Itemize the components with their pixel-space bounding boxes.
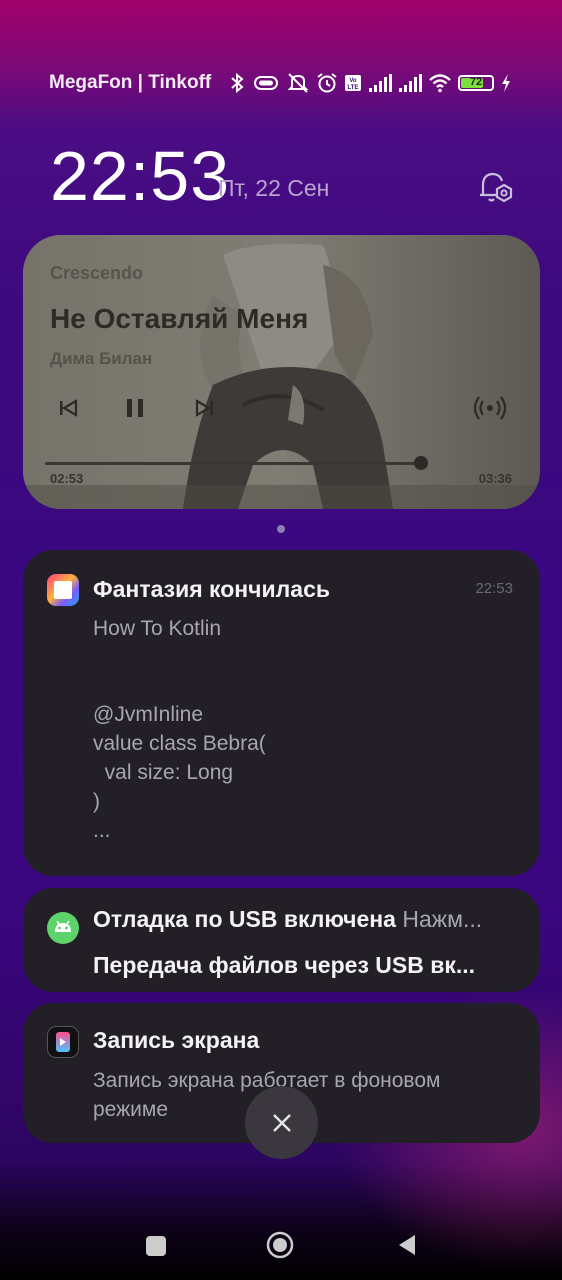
- previous-button[interactable]: [51, 391, 85, 425]
- volte-icon: VoLTE: [345, 75, 361, 91]
- close-icon: [272, 1113, 291, 1132]
- media-seekbar[interactable]: [45, 462, 423, 465]
- wifi-icon: [429, 74, 451, 93]
- notification-title-text: Отладка по USB включена: [93, 906, 396, 932]
- media-title: Не Оставляй Меня: [50, 303, 309, 334]
- vibrate-icon: [254, 76, 278, 90]
- back-icon: [399, 1235, 415, 1255]
- android-debug-icon: [47, 912, 79, 944]
- home-button[interactable]: [266, 1231, 294, 1259]
- media-elapsed: 02:53: [50, 471, 84, 486]
- pause-icon: [127, 399, 143, 417]
- notification-body: Передача файлов через USB вк...: [93, 952, 476, 978]
- intellij-app-icon: [47, 574, 79, 606]
- recents-button[interactable]: [146, 1236, 166, 1256]
- screen-recorder-app-icon: [47, 1026, 79, 1058]
- back-button[interactable]: [396, 1234, 418, 1256]
- skip-previous-icon: [60, 399, 78, 417]
- media-app-name: Crescendo: [50, 263, 144, 283]
- home-icon: [266, 1231, 294, 1259]
- notification-body: @JvmInline value class Bebra( val size: …: [93, 703, 266, 842]
- seekbar-thumb[interactable]: [414, 456, 428, 470]
- notification-card[interactable]: Фантазия кончилась 22:53 How To Kotlin @…: [23, 550, 540, 876]
- charging-icon: [502, 74, 510, 92]
- clear-all-button[interactable]: [245, 1086, 318, 1159]
- notification-title-suffix: Нажм...: [402, 906, 483, 932]
- notification-title: Отладка по USB включена Нажм...: [93, 906, 482, 933]
- next-button[interactable]: [188, 391, 222, 425]
- notification-settings-button[interactable]: [474, 166, 518, 210]
- mute-icon: [287, 73, 309, 93]
- signal-icon: [369, 74, 392, 92]
- page-indicator: [277, 525, 285, 533]
- media-artist: Дима Билан: [50, 349, 153, 368]
- battery-level: 72: [469, 76, 483, 88]
- notification-card[interactable]: Отладка по USB включена Нажм... Передача…: [23, 888, 540, 992]
- status-icons: Vo LTE 72: [228, 70, 512, 96]
- skip-next-icon: [195, 399, 213, 417]
- pause-button[interactable]: [118, 391, 152, 425]
- svg-text:Vo: Vo: [349, 78, 357, 84]
- svg-text:LTE: LTE: [348, 85, 359, 91]
- notification-time: 22:53: [475, 580, 513, 597]
- carrier-label: MegaFon | Tinkoff: [49, 72, 212, 93]
- bluetooth-icon: [231, 72, 244, 94]
- notification-title: Запись экрана: [93, 1027, 260, 1053]
- date-label: Пт, 22 Сен: [218, 175, 330, 201]
- media-player-card[interactable]: Crescendo Не Оставляй Меня Дима Билан 02…: [23, 235, 540, 509]
- alarm-icon: [317, 73, 337, 93]
- media-duration: 03:36: [478, 471, 512, 486]
- clock: 22:53: [50, 137, 231, 215]
- broadcast-icon: [473, 396, 507, 420]
- output-device-button[interactable]: [473, 391, 507, 425]
- notification-subtitle: How To Kotlin: [93, 617, 222, 640]
- bell-settings-icon: [480, 172, 513, 203]
- notification-title: Фантазия кончилась: [93, 576, 331, 602]
- signal-icon: [399, 74, 422, 92]
- battery-icon: 72: [458, 75, 494, 91]
